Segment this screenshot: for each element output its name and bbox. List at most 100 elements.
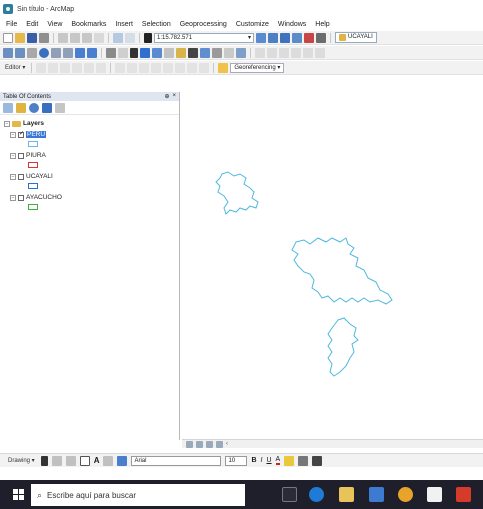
marker-color-icon[interactable] [312,455,323,466]
redo-icon[interactable] [125,32,135,43]
menu-bookmarks[interactable]: Bookmarks [71,21,106,28]
edit-vertices-icon[interactable] [115,62,126,73]
editor-menu[interactable]: Editor ▾ [3,64,27,71]
layer-name[interactable]: AYACUCHO [26,194,62,201]
menu-help[interactable]: Help [315,21,329,28]
layer-visibility-checkbox[interactable] [18,152,24,159]
underline-icon[interactable]: U [266,457,271,464]
measure-icon[interactable] [176,47,186,58]
clear-selection-icon[interactable] [118,47,128,58]
reshape-icon[interactable] [127,62,138,73]
edit-vertices-icon[interactable] [103,455,114,466]
edge-browser-icon[interactable] [309,487,324,502]
options-icon[interactable] [55,102,65,113]
font-size-field[interactable]: 10 [225,455,248,466]
rectangle-icon[interactable] [79,455,90,466]
catalog-icon[interactable] [280,32,290,43]
print-icon[interactable] [39,32,49,43]
layer-name[interactable]: UCAYALI [26,173,53,180]
straight-segment-icon[interactable] [60,62,71,73]
pause-drawing-icon[interactable] [216,440,223,448]
copy-icon[interactable] [70,32,80,43]
layer-symbol-swatch[interactable] [28,183,38,189]
layout-tool-icon[interactable] [315,47,325,58]
list-by-source-icon[interactable] [16,102,26,113]
layout-view-icon[interactable] [196,440,203,448]
pdf-reader-icon[interactable] [456,487,471,502]
layer-ucayali[interactable]: − UCAYALI [10,173,53,180]
list-by-drawing-order-icon[interactable] [3,102,13,113]
identify-icon[interactable] [140,47,150,58]
select-elements-icon[interactable] [130,47,138,58]
arctoolbox-icon[interactable] [304,32,314,43]
close-icon[interactable]: × [172,93,176,100]
font-name-field[interactable]: Arial [131,455,222,466]
collapse-icon[interactable]: − [10,131,16,138]
fixed-zoom-out-icon[interactable] [63,47,73,58]
python-icon[interactable] [316,32,326,43]
pan-icon[interactable] [27,47,37,58]
end-point-arc-icon[interactable] [72,62,83,73]
italic-icon[interactable]: I [261,457,263,464]
menu-windows[interactable]: Windows [278,21,306,28]
add-data-icon[interactable] [144,32,152,43]
find-route-icon[interactable] [200,47,210,58]
create-features-icon[interactable] [199,62,210,73]
go-to-xy-icon[interactable] [212,47,222,58]
menu-geoprocessing[interactable]: Geoprocessing [180,21,227,28]
menu-edit[interactable]: Edit [26,21,38,28]
taskbar-search[interactable]: ⌕ Escribe aquí para buscar [31,484,245,506]
layer-piura[interactable]: − PIURA [10,152,46,159]
fill-color-icon[interactable] [284,455,295,466]
time-slider-icon[interactable] [224,47,234,58]
split-icon[interactable] [151,62,162,73]
sketch-properties-icon[interactable] [187,62,198,73]
collapse-icon[interactable]: − [4,120,10,127]
attributes-icon[interactable] [175,62,186,73]
drawing-menu[interactable]: Drawing ▾ [6,457,37,464]
find-icon[interactable] [188,47,198,58]
layer-name[interactable]: PERU [26,131,47,138]
collapse-icon[interactable]: − [10,194,16,201]
active-layer-dropdown[interactable]: UCAYALI [335,32,377,43]
select-features-icon[interactable] [106,47,116,58]
undo-icon[interactable] [113,32,123,43]
create-viewer-icon[interactable] [236,47,246,58]
search-window-icon[interactable] [292,32,302,43]
back-extent-icon[interactable] [75,47,85,58]
rotate-icon[interactable] [163,62,174,73]
georeferencing-menu[interactable]: Georeferencing ▾ [230,62,285,73]
full-extent-icon[interactable] [39,47,49,58]
region-outline[interactable] [215,171,259,215]
layer-visibility-checkbox[interactable] [18,130,24,138]
trace-icon[interactable] [84,62,95,73]
text-icon[interactable]: A [94,456,100,465]
bold-icon[interactable]: B [251,457,256,464]
layer-name[interactable]: PIURA [26,152,46,159]
line-color-icon[interactable] [298,455,309,466]
edit-annotation-icon[interactable] [48,62,59,73]
chevron-left-icon[interactable]: ‹ [226,441,228,447]
menu-selection[interactable]: Selection [142,21,171,28]
forward-extent-icon[interactable] [87,47,97,58]
fixed-zoom-in-icon[interactable] [51,47,61,58]
table-of-contents-icon[interactable] [268,32,278,43]
editor-toolbar-icon[interactable] [256,32,266,43]
layout-tool-icon[interactable] [267,47,277,58]
store-icon[interactable] [339,487,354,502]
task-view-icon[interactable] [282,487,297,502]
layer-visibility-checkbox[interactable] [18,194,24,201]
map-canvas[interactable] [182,92,483,438]
refresh-icon[interactable] [206,440,213,448]
save-icon[interactable] [27,32,37,43]
hyperlink-icon[interactable] [152,47,162,58]
windows-start-icon[interactable] [13,489,24,500]
open-folder-icon[interactable] [15,32,25,43]
layer-peru[interactable]: − PERU [10,130,47,138]
map-display[interactable] [182,92,483,438]
new-document-icon[interactable] [3,32,13,43]
menu-file[interactable]: File [6,21,17,28]
zoom-out-icon[interactable] [15,47,25,58]
edit-tool-icon[interactable] [36,62,47,73]
point-icon[interactable] [96,62,107,73]
